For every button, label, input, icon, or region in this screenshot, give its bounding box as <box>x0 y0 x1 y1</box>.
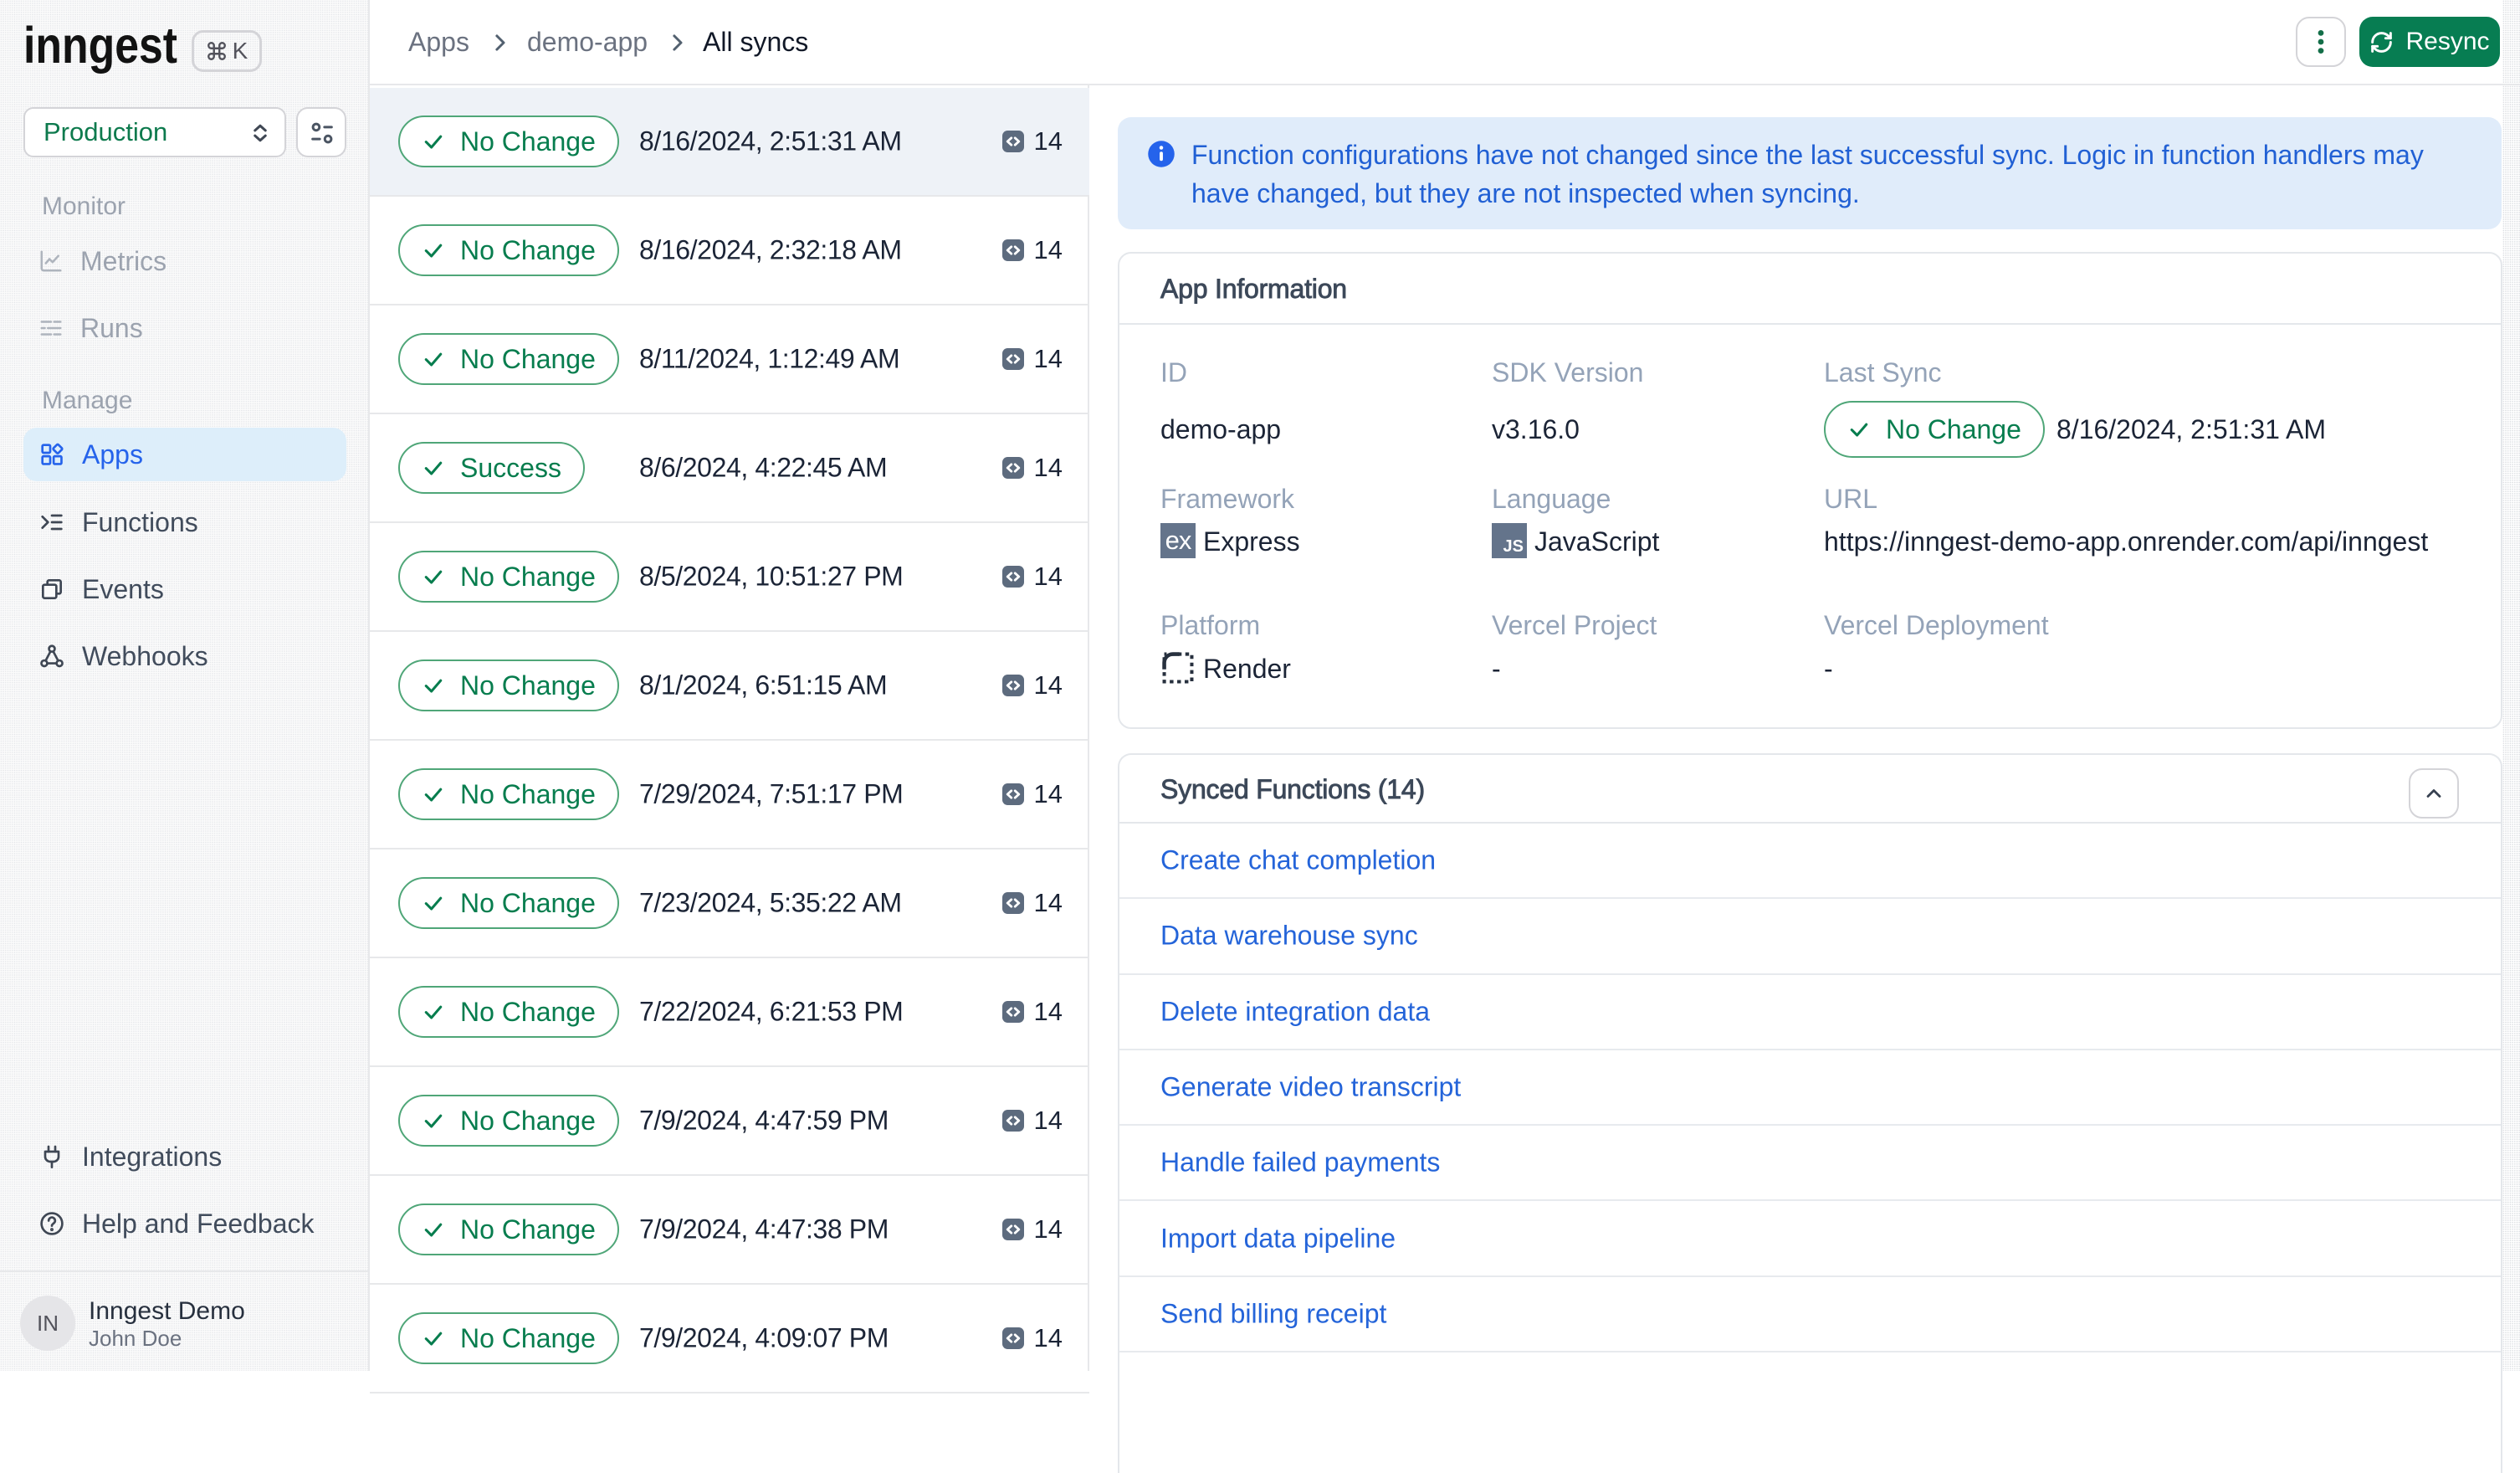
svg-text:inngest: inngest <box>23 17 177 74</box>
